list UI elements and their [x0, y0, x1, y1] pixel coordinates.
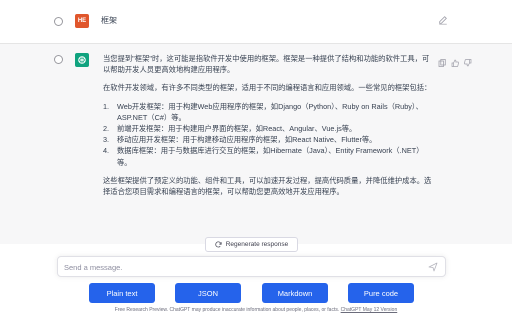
message-input[interactable] — [64, 262, 424, 273]
openai-logo-icon — [75, 53, 89, 67]
list-item-number: 2. — [103, 124, 110, 134]
user-message-text: 框架 — [101, 16, 117, 25]
assistant-context: 在软件开发领域，有许多不同类型的框架，适用于不同的编程语言和应用领域。一些常见的… — [103, 83, 432, 93]
footer-text: Free Research Preview. ChatGPT may produ… — [114, 307, 340, 313]
user-message-row: HE 框架 — [0, 0, 512, 44]
list-item: 3. 移动应用开发框架：用于构建移动应用程序的框架，如React Native、F… — [103, 134, 435, 145]
list-item: 4. 数据库框架：用于与数据库进行交互的框架，如Hibernate（Java）、E… — [103, 145, 435, 167]
list-item: 2. 前端开发框架：用于构建用户界面的框架，如React、Angular、Vue.… — [103, 123, 435, 134]
assistant-message-body: 当您提到"框架"时，这可能是指软件开发中使用的框架。框架是一种提供了结构和功能的… — [103, 53, 435, 204]
user-avatar: HE — [75, 14, 89, 28]
message-composer — [57, 256, 446, 277]
list-item-number: 3. — [103, 135, 110, 145]
send-icon[interactable] — [428, 262, 438, 272]
regenerate-response-button[interactable]: Regenerate response — [205, 237, 298, 252]
pure-code-button[interactable]: Pure code — [348, 283, 414, 303]
thumbs-down-icon[interactable] — [464, 54, 472, 67]
list-item: 1. Web开发框架：用于构建Web应用程序的框架，如Django（Python）… — [103, 101, 435, 123]
plain-text-button[interactable]: Plain text — [89, 283, 155, 303]
user-avatar-text: HE — [77, 18, 87, 24]
list-item-number: 4. — [103, 146, 110, 156]
list-item-text: Web开发框架：用于构建Web应用程序的框架，如Django（Python）、R… — [117, 101, 423, 122]
copy-icon[interactable] — [438, 54, 446, 67]
assistant-message-row: 当您提到"框架"时，这可能是指软件开发中使用的框架。框架是一种提供了结构和功能的… — [0, 44, 512, 244]
edit-icon[interactable] — [438, 15, 448, 25]
list-item-text: 前端开发框架：用于构建用户界面的框架，如React、Angular、Vue.js… — [117, 124, 357, 134]
list-item-text: 移动应用开发框架：用于构建移动应用程序的框架，如React Native、Flu… — [117, 135, 377, 145]
user-select-radio[interactable] — [54, 17, 63, 26]
list-item-number: 1. — [103, 101, 110, 111]
refresh-icon — [215, 241, 222, 248]
message-actions — [438, 54, 472, 67]
version-link[interactable]: ChatGPT May 12 Version — [341, 307, 398, 313]
footer-disclaimer: Free Research Preview. ChatGPT may produ… — [0, 307, 512, 313]
markdown-button[interactable]: Markdown — [262, 283, 328, 303]
json-button[interactable]: JSON — [175, 283, 241, 303]
list-item-text: 数据库框架：用于与数据库进行交互的框架，如Hibernate（Java）、Ent… — [117, 146, 424, 167]
regenerate-label: Regenerate response — [225, 241, 289, 248]
thumbs-up-icon[interactable] — [451, 54, 459, 67]
assistant-conclusion: 这些框架提供了预定义的功能、组件和工具，可以加速开发过程，提高代码质量，并降低维… — [103, 175, 432, 197]
framework-list: 1. Web开发框架：用于构建Web应用程序的框架，如Django（Python）… — [103, 101, 435, 168]
assistant-intro: 当您提到"框架"时，这可能是指软件开发中使用的框架。框架是一种提供了结构和功能的… — [103, 54, 430, 75]
assistant-select-radio[interactable] — [54, 55, 63, 64]
